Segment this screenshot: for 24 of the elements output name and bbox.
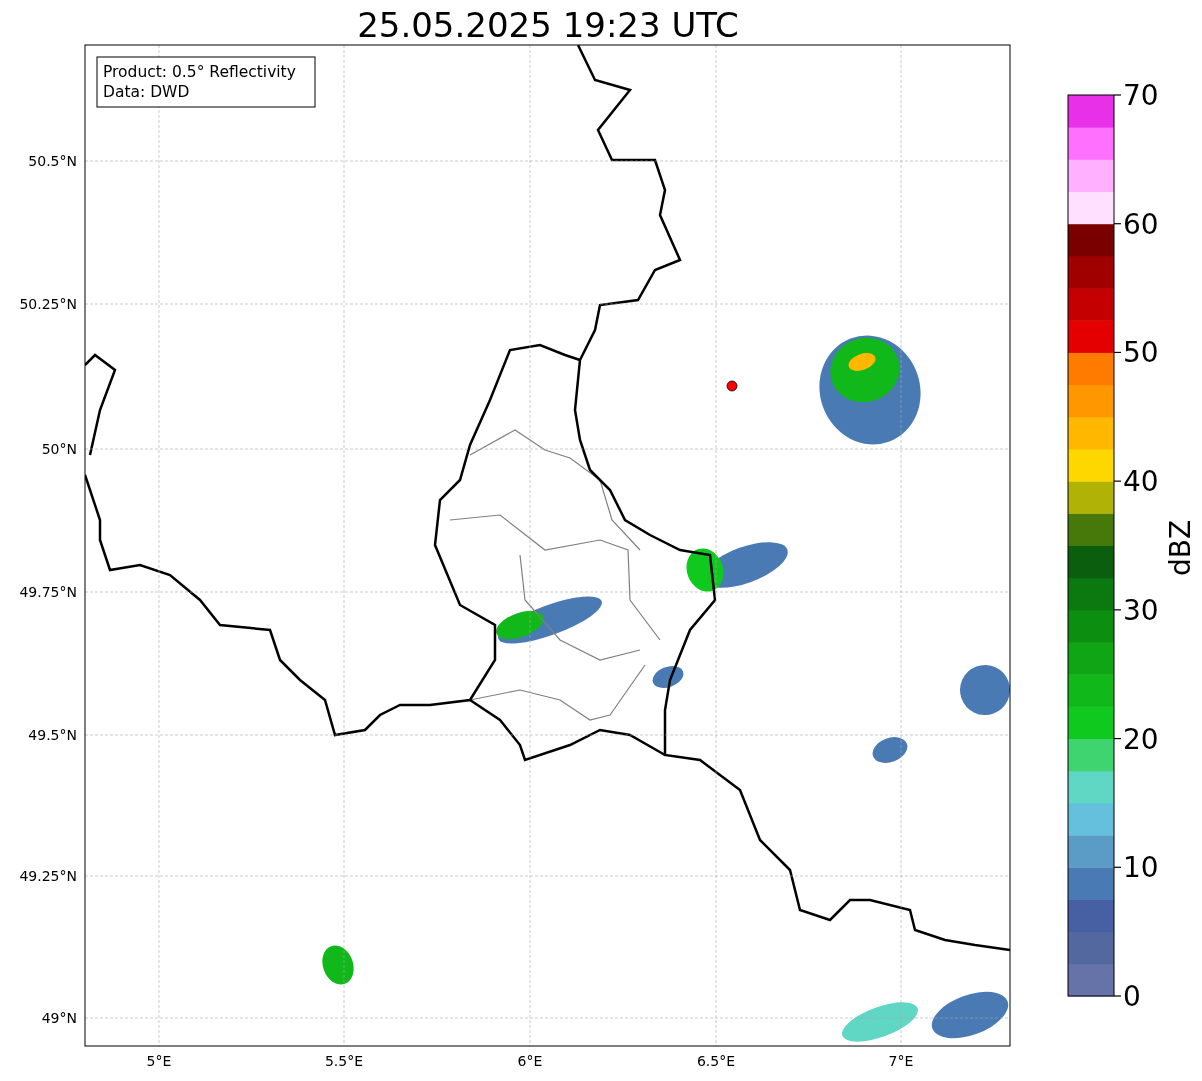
chart-title: 25.05.2025 19:23 UTC (357, 5, 739, 45)
colorbar-tick-label: 20 (1123, 722, 1159, 756)
longitude-label: 5°E (146, 1053, 172, 1069)
longitude-label: 7°E (888, 1053, 914, 1069)
latitude-label: 50.25°N (19, 296, 77, 312)
colorbar-tick-label: 50 (1123, 336, 1159, 370)
legend-text: Data: DWD (103, 83, 190, 101)
latitude-label: 49.25°N (19, 868, 77, 884)
latitude-label: 49°N (41, 1010, 77, 1026)
colorbar-label: dBZ (1164, 519, 1197, 577)
latitude-label: 50°N (41, 441, 77, 457)
latitude-label: 50.5°N (28, 153, 77, 169)
latitude-label: 49.5°N (28, 727, 77, 743)
longitude-label: 6.5°E (696, 1053, 736, 1069)
colorbar-tick-label: 10 (1123, 851, 1159, 885)
latitude-label: 49.75°N (19, 584, 77, 600)
longitude-label: 5.5°E (324, 1053, 364, 1069)
colorbar-tick-label: 60 (1123, 207, 1159, 241)
longitude-label: 6°E (517, 1053, 543, 1069)
colorbar-tick-label: 0 (1123, 980, 1141, 1013)
colorbar-tick-label: 70 (1123, 79, 1159, 112)
colorbar-tick-label: 40 (1123, 465, 1159, 499)
colorbar-tick-label: 30 (1123, 593, 1159, 627)
legend-text: Product: 0.5° Reflectivity (103, 63, 296, 81)
